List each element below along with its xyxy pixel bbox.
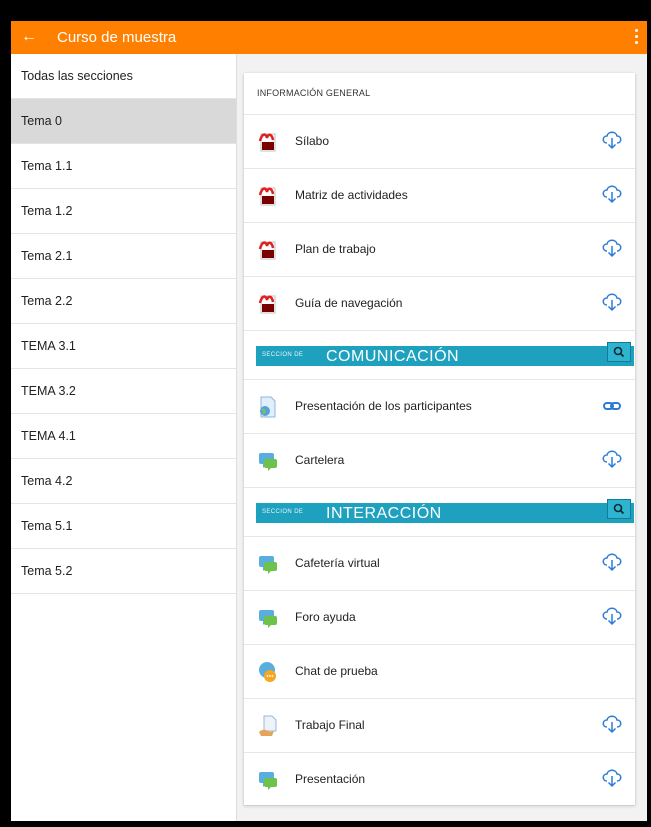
search-icon — [608, 346, 630, 365]
module-item[interactable]: Chat de prueba — [244, 645, 635, 699]
module-label: Cafetería virtual — [295, 556, 380, 570]
module-item[interactable]: Plan de trabajo — [244, 223, 635, 277]
sidebar-item[interactable]: TEMA 3.2 — [11, 369, 236, 414]
download-icon[interactable] — [601, 715, 623, 735]
banner-caption: SECCIÓN DE — [262, 509, 304, 515]
pdf-icon — [258, 239, 278, 261]
module-label: Presentación de los participantes — [295, 399, 472, 413]
banner-title: INTERACCIÓN — [326, 505, 442, 522]
module-item[interactable]: Presentación de los participantes — [244, 380, 635, 434]
assignment-icon — [258, 715, 278, 737]
download-icon[interactable] — [601, 553, 623, 573]
banner-title: COMUNICACIÓN — [326, 348, 460, 365]
module-item[interactable]: Cafetería virtual — [244, 537, 635, 591]
sidebar-item[interactable]: Tema 1.2 — [11, 189, 236, 234]
module-label: Chat de prueba — [295, 664, 378, 678]
module-item[interactable]: Foro ayuda — [244, 591, 635, 645]
sidebar-item[interactable]: TEMA 3.1 — [11, 324, 236, 369]
module-list: Sílabo Matriz de actividades Plan de traba… — [244, 115, 635, 807]
section-banner-row: SECCIÓN DE INTERACCIÓN — [244, 488, 635, 537]
module-item[interactable]: Sílabo — [244, 115, 635, 169]
module-item[interactable]: Cartelera — [244, 434, 635, 488]
pdf-icon — [258, 185, 278, 207]
download-icon[interactable] — [601, 239, 623, 259]
module-item[interactable]: Guía de navegación — [244, 277, 635, 331]
module-label: Cartelera — [295, 453, 345, 467]
download-icon[interactable] — [601, 450, 623, 470]
module-label: Guía de navegación — [295, 296, 403, 310]
module-label: Trabajo Final — [295, 718, 365, 732]
download-icon[interactable] — [601, 769, 623, 789]
sidebar-item[interactable]: Tema 4.2 — [11, 459, 236, 504]
sidebar-item[interactable]: Tema 2.2 — [11, 279, 236, 324]
pdf-icon — [258, 293, 278, 315]
download-icon[interactable] — [601, 607, 623, 627]
app-window: ← Curso de muestra Todas las secciones Te… — [11, 21, 647, 821]
module-label: Foro ayuda — [295, 610, 356, 624]
download-icon[interactable] — [601, 293, 623, 313]
module-item[interactable]: Trabajo Final — [244, 699, 635, 753]
download-icon[interactable] — [601, 185, 623, 205]
forum-icon — [258, 553, 278, 575]
section-sidebar: Todas las secciones Tema 0 Tema 1.1 Tema 1.… — [11, 54, 237, 821]
sidebar-item[interactable]: Tema 2.1 — [11, 234, 236, 279]
section-card: INFORMACIÓN GENERAL Sílabo Matriz de acti… — [244, 73, 635, 807]
sidebar-item[interactable]: Tema 5.1 — [11, 504, 236, 549]
section-banner: SECCIÓN DE COMUNICACIÓN — [256, 342, 634, 366]
banner-caption: SECCIÓN DE — [262, 352, 304, 358]
module-label: Sílabo — [295, 134, 330, 148]
search-icon — [608, 503, 630, 522]
module-item[interactable]: Presentación — [244, 753, 635, 807]
search-button[interactable] — [607, 342, 631, 362]
section-banner-row: SECCIÓN DE COMUNICACIÓN — [244, 331, 635, 380]
search-button[interactable] — [607, 499, 631, 519]
download-icon[interactable] — [601, 131, 623, 151]
pdf-icon — [258, 131, 278, 153]
sidebar-item[interactable]: Tema 5.2 — [11, 549, 236, 594]
sidebar-item[interactable]: Tema 1.1 — [11, 144, 236, 189]
sidebar-item[interactable]: Tema 0 — [11, 99, 236, 144]
course-title: Curso de muestra — [57, 29, 177, 46]
sidebar-item[interactable]: TEMA 4.1 — [11, 414, 236, 459]
chat-icon — [258, 661, 278, 683]
forum-icon — [258, 769, 278, 791]
module-label: Presentación — [295, 772, 366, 786]
forum-icon — [258, 607, 278, 629]
sidebar-item[interactable]: Todas las secciones — [11, 54, 236, 99]
web-page-icon — [258, 396, 278, 418]
more-vertical-icon[interactable] — [635, 29, 639, 47]
back-arrow-icon[interactable]: ← — [21, 28, 37, 46]
section-banner: SECCIÓN DE INTERACCIÓN — [256, 499, 634, 523]
section-header: INFORMACIÓN GENERAL — [244, 73, 635, 115]
link-icon[interactable] — [601, 396, 623, 416]
module-label: Plan de trabajo — [295, 242, 376, 256]
module-label: Matriz de actividades — [295, 188, 408, 202]
forum-icon — [258, 450, 278, 472]
app-bar: ← Curso de muestra — [11, 21, 647, 54]
module-item[interactable]: Matriz de actividades — [244, 169, 635, 223]
